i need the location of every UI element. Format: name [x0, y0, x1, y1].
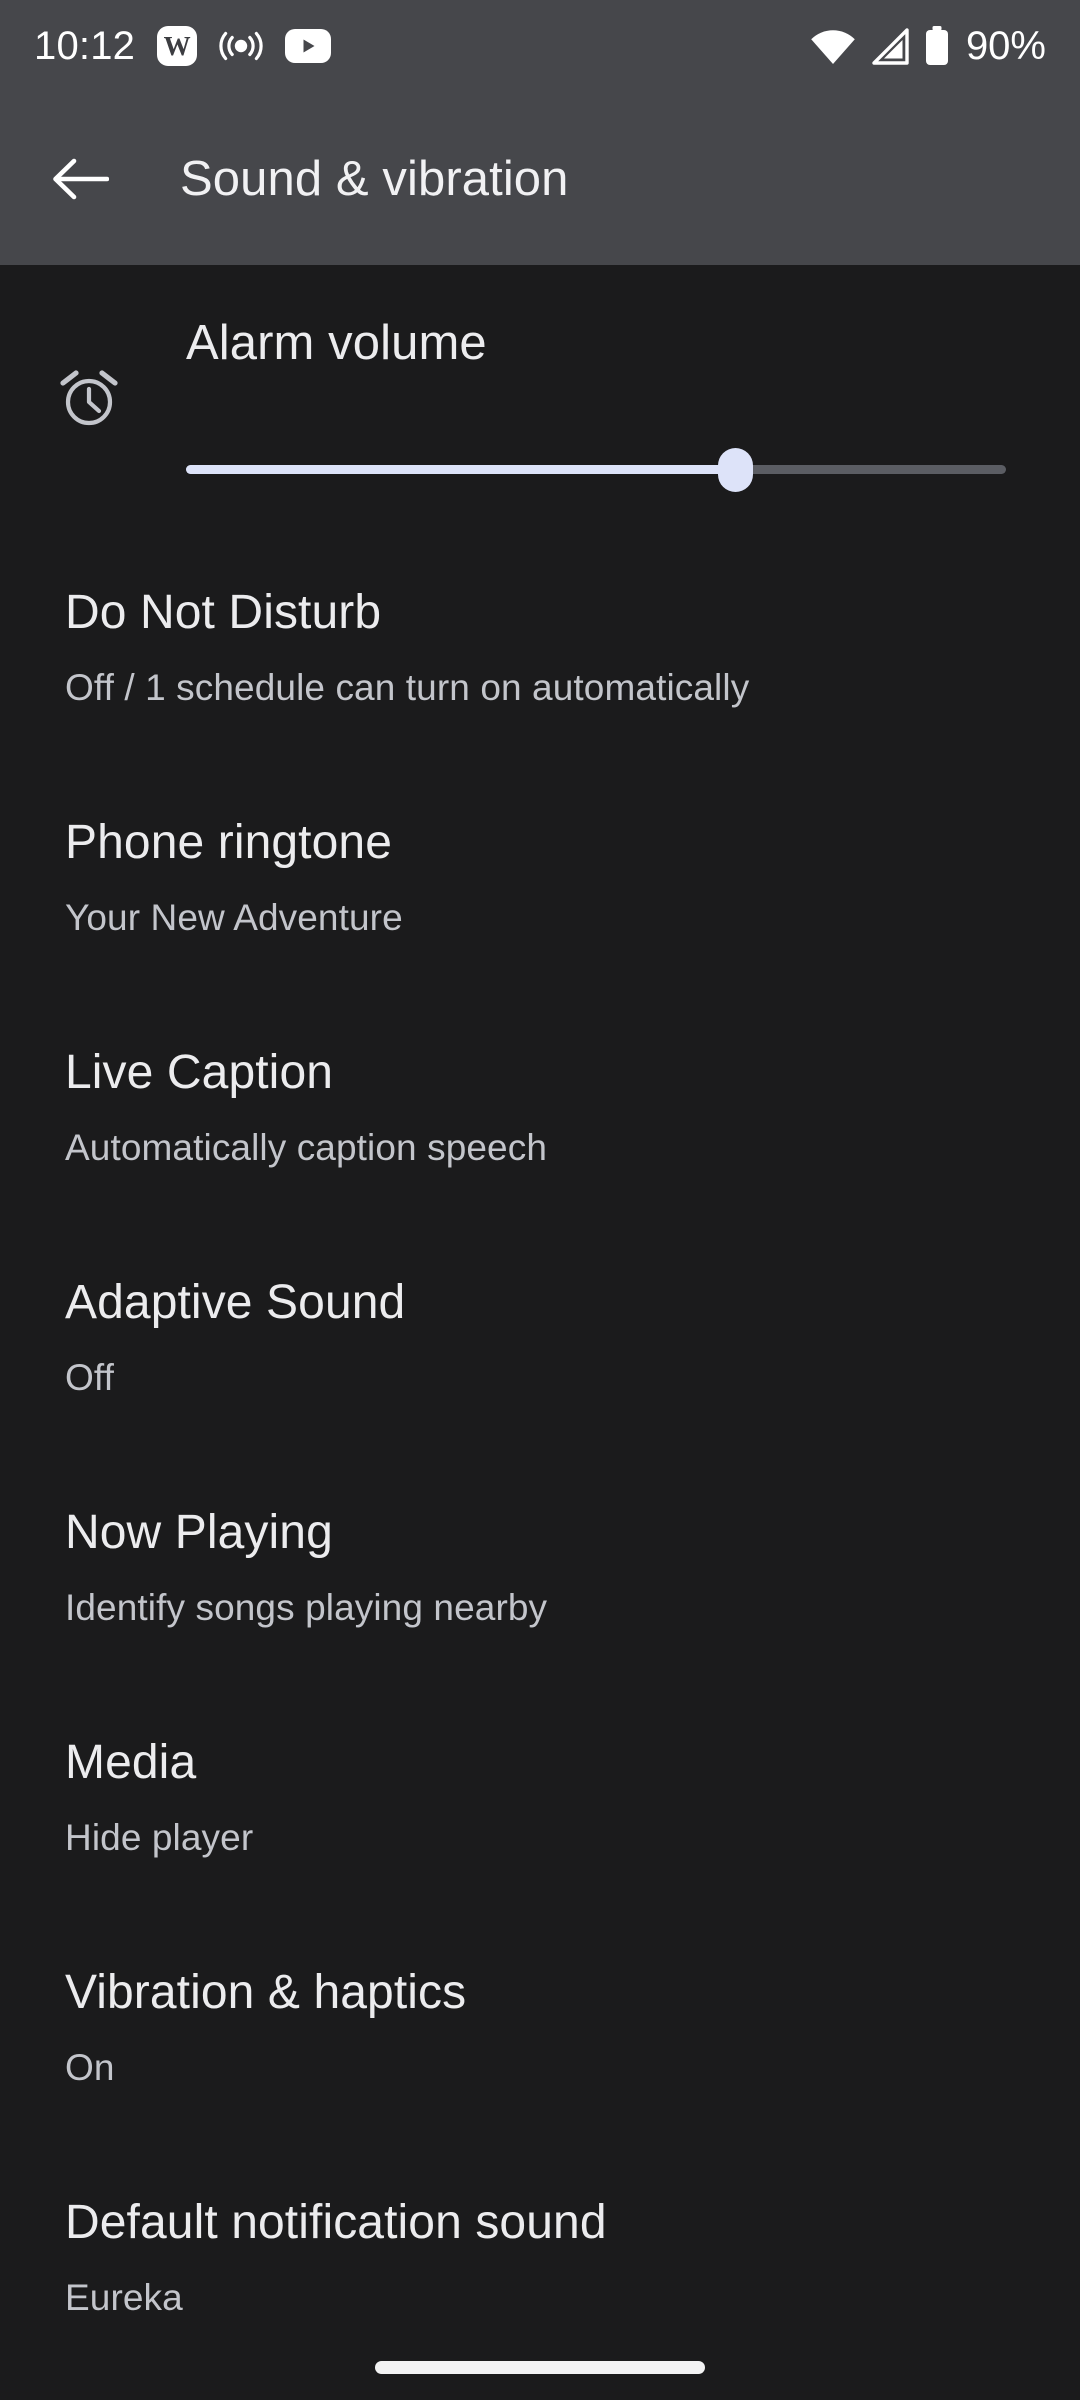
alarm-clock-icon [56, 365, 122, 431]
status-bar[interactable]: 10:12 W 90% [0, 0, 1080, 92]
slider-thumb[interactable] [718, 448, 754, 492]
settings-item-subtitle: Off / 1 schedule can turn on automatical… [65, 667, 750, 708]
status-bar-left: 10:12 W [34, 24, 332, 68]
arrow-left-icon [51, 153, 109, 205]
settings-item-subtitle: Identify songs playing nearby [65, 1587, 548, 1628]
page-title: Sound & vibration [180, 151, 569, 206]
settings-list: Do Not Disturb Off / 1 schedule can turn … [0, 555, 1080, 2395]
phone-screen: 10:12 W 90% Sound & vibration Alarm volu… [0, 0, 1080, 2400]
back-button[interactable] [26, 125, 134, 233]
alarm-volume-slider[interactable] [186, 437, 1006, 501]
settings-item-subtitle: Automatically caption speech [65, 1127, 548, 1168]
settings-item-title: Now Playing [65, 1506, 333, 1559]
settings-item-subtitle: Hide player [65, 1817, 254, 1858]
alarm-volume-label: Alarm volume [186, 316, 487, 370]
settings-item-title: Phone ringtone [65, 816, 392, 869]
settings-item-now-playing[interactable]: Now Playing Identify songs playing nearby [0, 1475, 1080, 1705]
settings-item-title: Vibration & haptics [65, 1966, 467, 2019]
wifi-icon [810, 28, 856, 65]
settings-item-title: Default notification sound [65, 2196, 607, 2249]
wikipedia-app-icon: W [157, 26, 198, 66]
settings-item-live-caption[interactable]: Live Caption Automatically caption speech [0, 1015, 1080, 1245]
settings-item-subtitle: On [65, 2047, 115, 2088]
settings-item-adaptive-sound[interactable]: Adaptive Sound Off [0, 1245, 1080, 1475]
settings-item-title: Live Caption [65, 1046, 334, 1099]
home-gesture-bar[interactable] [375, 2361, 705, 2374]
settings-item-subtitle: Your New Adventure [65, 897, 403, 938]
cast-broadcast-icon [219, 26, 263, 66]
settings-item-media[interactable]: Media Hide player [0, 1705, 1080, 1935]
settings-item-title: Adaptive Sound [65, 1276, 406, 1329]
settings-item-do-not-disturb[interactable]: Do Not Disturb Off / 1 schedule can turn … [0, 555, 1080, 785]
settings-item-title: Do Not Disturb [65, 586, 382, 639]
battery-icon [924, 26, 950, 66]
settings-item-subtitle: Eureka [65, 2277, 183, 2318]
settings-content: Alarm volume Do Not Disturb Off / 1 sched… [0, 265, 1080, 2400]
cellular-signal-icon [869, 27, 911, 65]
settings-item-phone-ringtone[interactable]: Phone ringtone Your New Adventure [0, 785, 1080, 1015]
settings-item-subtitle: Off [65, 1357, 114, 1398]
status-bar-clock: 10:12 [34, 24, 136, 68]
alarm-volume-row: Alarm volume [0, 265, 1080, 555]
slider-fill [186, 465, 736, 474]
settings-item-title: Media [65, 1736, 197, 1789]
settings-item-vibration-haptics[interactable]: Vibration & haptics On [0, 1935, 1080, 2165]
battery-percentage: 90% [965, 24, 1046, 68]
status-bar-right: 90% [810, 26, 1046, 66]
youtube-icon [285, 29, 332, 63]
app-bar: Sound & vibration [0, 92, 1080, 265]
